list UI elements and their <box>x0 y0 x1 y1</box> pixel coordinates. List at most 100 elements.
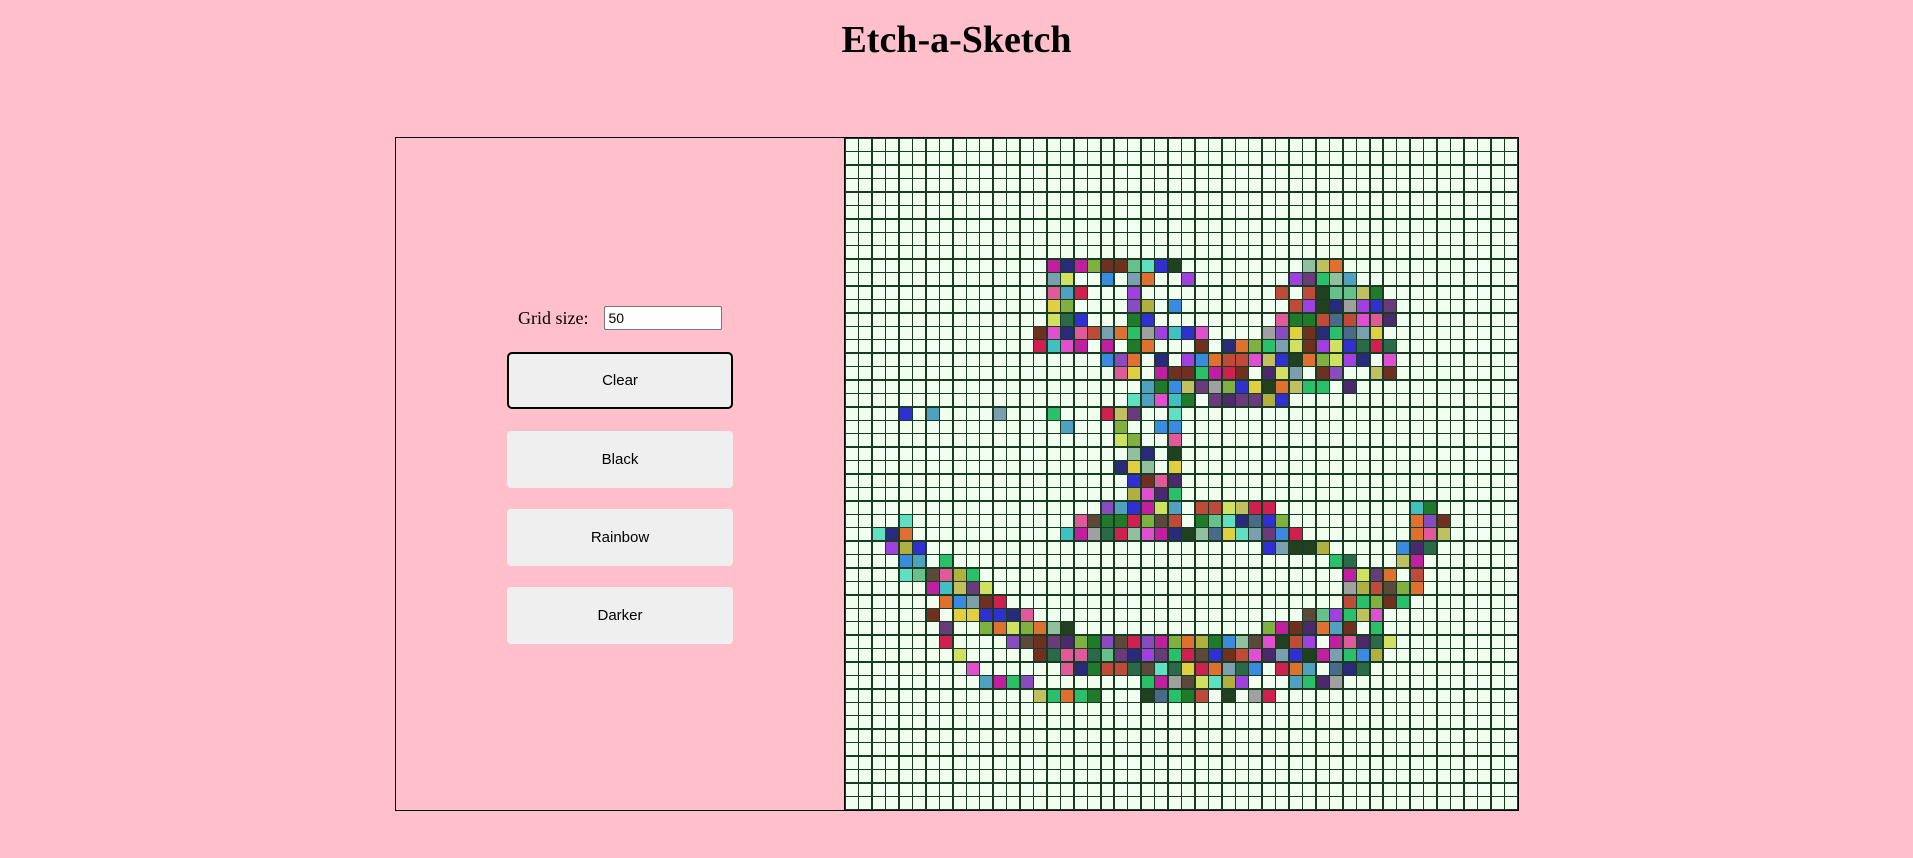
grid-cell[interactable] <box>1061 273 1074 286</box>
grid-cell[interactable] <box>1209 622 1222 635</box>
grid-cell[interactable] <box>953 676 966 689</box>
grid-cell[interactable] <box>1424 327 1437 339</box>
grid-cell[interactable] <box>859 394 872 407</box>
grid-cell[interactable] <box>1343 380 1356 393</box>
grid-cell[interactable] <box>1262 635 1275 648</box>
grid-cell[interactable] <box>1128 206 1141 219</box>
grid-cell[interactable] <box>913 206 926 219</box>
grid-cell[interactable] <box>1437 273 1450 286</box>
grid-cell[interactable] <box>1478 756 1491 769</box>
grid-cell[interactable] <box>1155 501 1168 514</box>
grid-cell[interactable] <box>859 635 872 648</box>
grid-cell[interactable] <box>1262 206 1275 219</box>
grid-cell[interactable] <box>1424 797 1437 809</box>
grid-cell[interactable] <box>1128 501 1141 514</box>
grid-cell[interactable] <box>967 259 979 272</box>
grid-cell[interactable] <box>1343 300 1356 313</box>
grid-cell[interactable] <box>1491 434 1504 447</box>
grid-cell[interactable] <box>1236 273 1248 286</box>
grid-cell[interactable] <box>940 662 953 675</box>
grid-cell[interactable] <box>1370 729 1383 742</box>
grid-cell[interactable] <box>1168 501 1181 514</box>
grid-cell[interactable] <box>1020 340 1033 353</box>
grid-cell[interactable] <box>1357 313 1370 326</box>
grid-cell[interactable] <box>1249 407 1262 420</box>
grid-cell[interactable] <box>1424 192 1437 205</box>
grid-cell[interactable] <box>1276 286 1289 299</box>
grid-cell[interactable] <box>1289 259 1302 272</box>
grid-cell[interactable] <box>1141 689 1154 702</box>
grid-cell[interactable] <box>1397 729 1410 742</box>
grid-cell[interactable] <box>1437 582 1450 595</box>
grid-cell[interactable] <box>1424 515 1437 527</box>
grid-cell[interactable] <box>1168 595 1181 608</box>
grid-cell[interactable] <box>1101 622 1114 635</box>
grid-cell[interactable] <box>1289 689 1302 702</box>
grid-cell[interactable] <box>1114 179 1127 192</box>
grid-cell[interactable] <box>1316 541 1329 554</box>
grid-cell[interactable] <box>1168 582 1181 595</box>
grid-cell[interactable] <box>1397 501 1410 514</box>
grid-cell[interactable] <box>886 756 899 769</box>
grid-cell[interactable] <box>1128 380 1141 393</box>
grid-cell[interactable] <box>859 770 872 783</box>
grid-cell[interactable] <box>1276 609 1289 621</box>
grid-cell[interactable] <box>1262 233 1275 245</box>
grid-cell[interactable] <box>1182 729 1195 742</box>
grid-cell[interactable] <box>1357 447 1370 460</box>
grid-cell[interactable] <box>940 555 953 568</box>
grid-cell[interactable] <box>913 152 926 165</box>
grid-cell[interactable] <box>1007 676 1020 689</box>
grid-cell[interactable] <box>872 340 885 353</box>
grid-cell[interactable] <box>1370 756 1383 769</box>
grid-cell[interactable] <box>1114 233 1127 245</box>
grid-cell[interactable] <box>1249 568 1262 581</box>
grid-cell[interactable] <box>872 622 885 635</box>
grid-cell[interactable] <box>1410 286 1423 299</box>
grid-cell[interactable] <box>1491 474 1504 487</box>
grid-cell[interactable] <box>1088 649 1101 662</box>
grid-cell[interactable] <box>1316 152 1329 165</box>
grid-cell[interactable] <box>967 515 979 527</box>
grid-cell[interactable] <box>967 407 979 420</box>
grid-cell[interactable] <box>1397 421 1410 433</box>
grid-cell[interactable] <box>1343 219 1356 232</box>
grid-cell[interactable] <box>859 434 872 447</box>
grid-cell[interactable] <box>1343 676 1356 689</box>
grid-cell[interactable] <box>913 461 926 474</box>
grid-cell[interactable] <box>846 300 858 313</box>
grid-cell[interactable] <box>1303 501 1316 514</box>
grid-cell[interactable] <box>1128 555 1141 568</box>
grid-cell[interactable] <box>967 152 979 165</box>
grid-cell[interactable] <box>1491 367 1504 380</box>
grid-cell[interactable] <box>1451 609 1464 621</box>
grid-cell[interactable] <box>1168 394 1181 407</box>
grid-cell[interactable] <box>1370 380 1383 393</box>
grid-cell[interactable] <box>1222 582 1235 595</box>
grid-cell[interactable] <box>993 770 1006 783</box>
grid-cell[interactable] <box>1114 300 1127 313</box>
grid-cell[interactable] <box>1236 179 1248 192</box>
grid-cell[interactable] <box>899 421 912 433</box>
grid-cell[interactable] <box>1451 447 1464 460</box>
grid-cell[interactable] <box>1289 568 1302 581</box>
grid-cell[interactable] <box>1195 286 1208 299</box>
grid-cell[interactable] <box>1020 353 1033 366</box>
grid-cell[interactable] <box>1088 300 1101 313</box>
grid-cell[interactable] <box>846 340 858 353</box>
grid-cell[interactable] <box>913 703 926 715</box>
grid-cell[interactable] <box>1141 635 1154 648</box>
grid-cell[interactable] <box>1182 152 1195 165</box>
grid-cell[interactable] <box>1101 743 1114 756</box>
grid-cell[interactable] <box>1330 501 1343 514</box>
grid-cell[interactable] <box>1491 729 1504 742</box>
grid-cell[interactable] <box>899 488 912 501</box>
grid-cell[interactable] <box>1383 461 1396 474</box>
grid-cell[interactable] <box>1410 139 1423 151</box>
grid-cell[interactable] <box>967 689 979 702</box>
grid-cell[interactable] <box>1410 273 1423 286</box>
grid-cell[interactable] <box>1330 353 1343 366</box>
grid-cell[interactable] <box>993 421 1006 433</box>
grid-cell[interactable] <box>1141 716 1154 729</box>
grid-cell[interactable] <box>899 783 912 796</box>
